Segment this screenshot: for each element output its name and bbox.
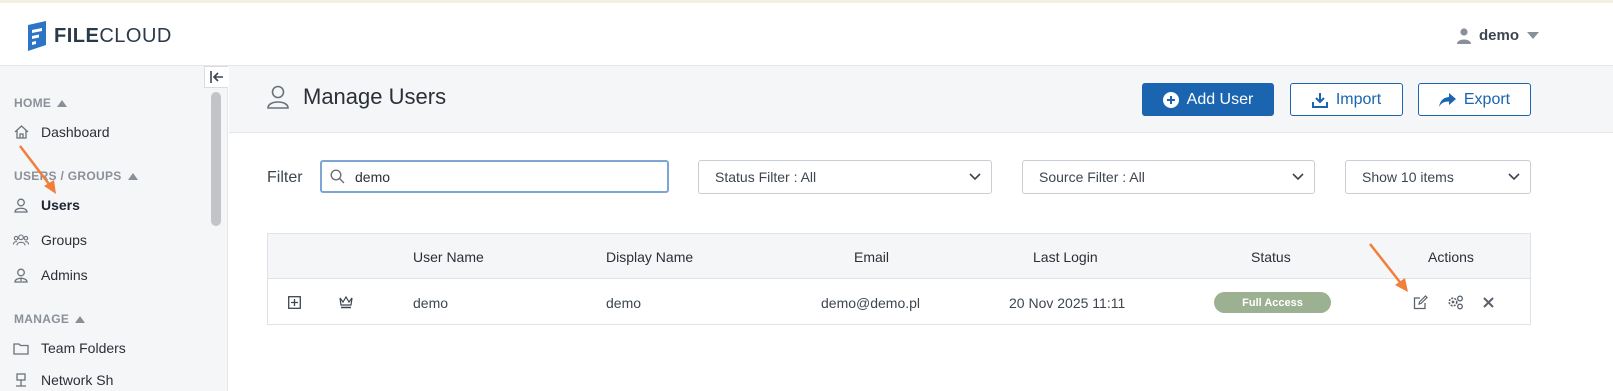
logo-text-cloud: CLOUD <box>99 24 172 47</box>
close-icon <box>1482 296 1494 308</box>
edit-icon <box>1413 294 1428 309</box>
column-header-status: Status <box>1251 249 1291 265</box>
sidebar-item-label: Dashboard <box>41 124 110 140</box>
sidebar-section-home[interactable]: HOME <box>14 96 68 110</box>
user-settings-button[interactable] <box>1446 293 1464 311</box>
filecloud-logo-icon <box>28 21 46 51</box>
column-header-user-name[interactable]: User Name <box>413 249 484 265</box>
export-label: Export <box>1463 90 1511 108</box>
sidebar-collapse-button[interactable] <box>204 66 228 88</box>
sidebar-item-dashboard[interactable]: Dashboard <box>13 124 110 140</box>
import-button[interactable]: Import <box>1290 83 1403 116</box>
status-filter-select[interactable]: Status Filter : All <box>698 160 992 194</box>
filecloud-logo[interactable]: FILECLOUD <box>26 21 172 51</box>
add-user-label: Add User <box>1186 90 1254 108</box>
page-size-select[interactable]: Show 10 items <box>1345 160 1531 194</box>
user-icon <box>13 197 29 213</box>
expand-row-button[interactable] <box>285 293 303 311</box>
user-menu-name: demo <box>1478 27 1519 44</box>
column-header-email[interactable]: Email <box>854 249 889 265</box>
cell-last-login: 20 Nov 2025 11:11 <box>1009 295 1126 311</box>
caret-up-icon <box>57 99 68 107</box>
column-header-last-login[interactable]: Last Login <box>1033 249 1098 265</box>
sidebar-item-users[interactable]: Users <box>13 197 80 213</box>
status-badge: Full Access <box>1214 292 1331 313</box>
group-icon <box>13 232 29 248</box>
sidebar-item-admins[interactable]: Admins <box>13 267 88 283</box>
home-icon <box>13 124 29 140</box>
page-header: Manage Users Add User Import Export <box>229 66 1613 133</box>
user-avatar-icon <box>1456 27 1471 44</box>
sidebar-item-label: Admins <box>41 267 88 283</box>
crown-icon <box>337 293 355 311</box>
column-header-actions: Actions <box>1428 249 1474 265</box>
edit-user-button[interactable] <box>1411 293 1429 311</box>
source-filter-select[interactable]: Source Filter : All <box>1022 160 1315 194</box>
source-filter-value: Source Filter : All <box>1039 169 1145 185</box>
admin-icon <box>13 267 29 283</box>
caret-up-icon <box>75 315 86 323</box>
network-share-icon <box>13 372 29 388</box>
sidebar-item-team-folders[interactable]: Team Folders <box>13 340 126 356</box>
page-title: Manage Users <box>267 84 446 110</box>
cell-user-name[interactable]: demo <box>413 295 448 311</box>
page-title-text: Manage Users <box>303 84 447 109</box>
annotation-arrow-edit <box>1369 243 1408 292</box>
sidebar-item-label: Network Sh <box>41 372 114 388</box>
filter-search-input[interactable] <box>355 168 635 185</box>
main-content: Manage Users Add User Import Export Filt… <box>229 66 1613 391</box>
sidebar: HOME Dashboard USERS / GROUPS Users Grou… <box>0 66 228 391</box>
chevron-down-icon <box>969 173 981 181</box>
gears-icon <box>1447 295 1463 309</box>
status-filter-value: Status Filter : All <box>715 169 817 185</box>
add-user-button[interactable]: Add User <box>1142 83 1274 116</box>
chevron-down-icon <box>1292 173 1304 181</box>
plus-circle-icon <box>1162 91 1179 108</box>
table-header-row: User Name Display Name Email Last Login … <box>268 234 1530 279</box>
user-outline-icon <box>267 85 289 109</box>
annotation-arrow-users <box>19 145 56 194</box>
filter-label: Filter <box>267 169 303 186</box>
export-button[interactable]: Export <box>1418 83 1531 116</box>
page-size-value: Show 10 items <box>1362 169 1454 185</box>
sidebar-item-label: Users <box>41 197 80 213</box>
cell-display-name: demo <box>606 295 642 311</box>
sidebar-scrollbar-thumb[interactable] <box>211 92 221 226</box>
plus-square-icon <box>287 295 301 309</box>
sidebar-item-label: Groups <box>41 232 87 248</box>
cell-email: demo@demo.pl <box>821 295 921 311</box>
collapse-left-icon <box>209 71 223 83</box>
download-icon <box>1311 92 1328 108</box>
users-table: User Name Display Name Email Last Login … <box>267 233 1531 325</box>
delete-user-button[interactable] <box>1479 293 1497 311</box>
import-label: Import <box>1335 90 1382 108</box>
search-icon <box>330 169 345 184</box>
sidebar-item-groups[interactable]: Groups <box>13 232 87 248</box>
logo-text-file: FILE <box>54 24 100 47</box>
app-header: FILECLOUD demo <box>0 3 1613 66</box>
caret-up-icon <box>127 172 138 180</box>
chevron-down-icon <box>1527 31 1539 39</box>
filter-search-box[interactable] <box>320 160 669 193</box>
sidebar-scrollbar[interactable] <box>208 88 224 391</box>
sidebar-section-manage[interactable]: MANAGE <box>14 312 86 326</box>
sidebar-item-network-shares[interactable]: Network Sh <box>13 372 113 388</box>
share-arrow-icon <box>1438 92 1456 107</box>
column-header-display-name[interactable]: Display Name <box>606 249 693 265</box>
chevron-down-icon <box>1508 173 1520 181</box>
sidebar-item-label: Team Folders <box>41 340 126 356</box>
user-menu[interactable]: demo <box>1456 27 1539 44</box>
folder-icon <box>13 340 29 356</box>
